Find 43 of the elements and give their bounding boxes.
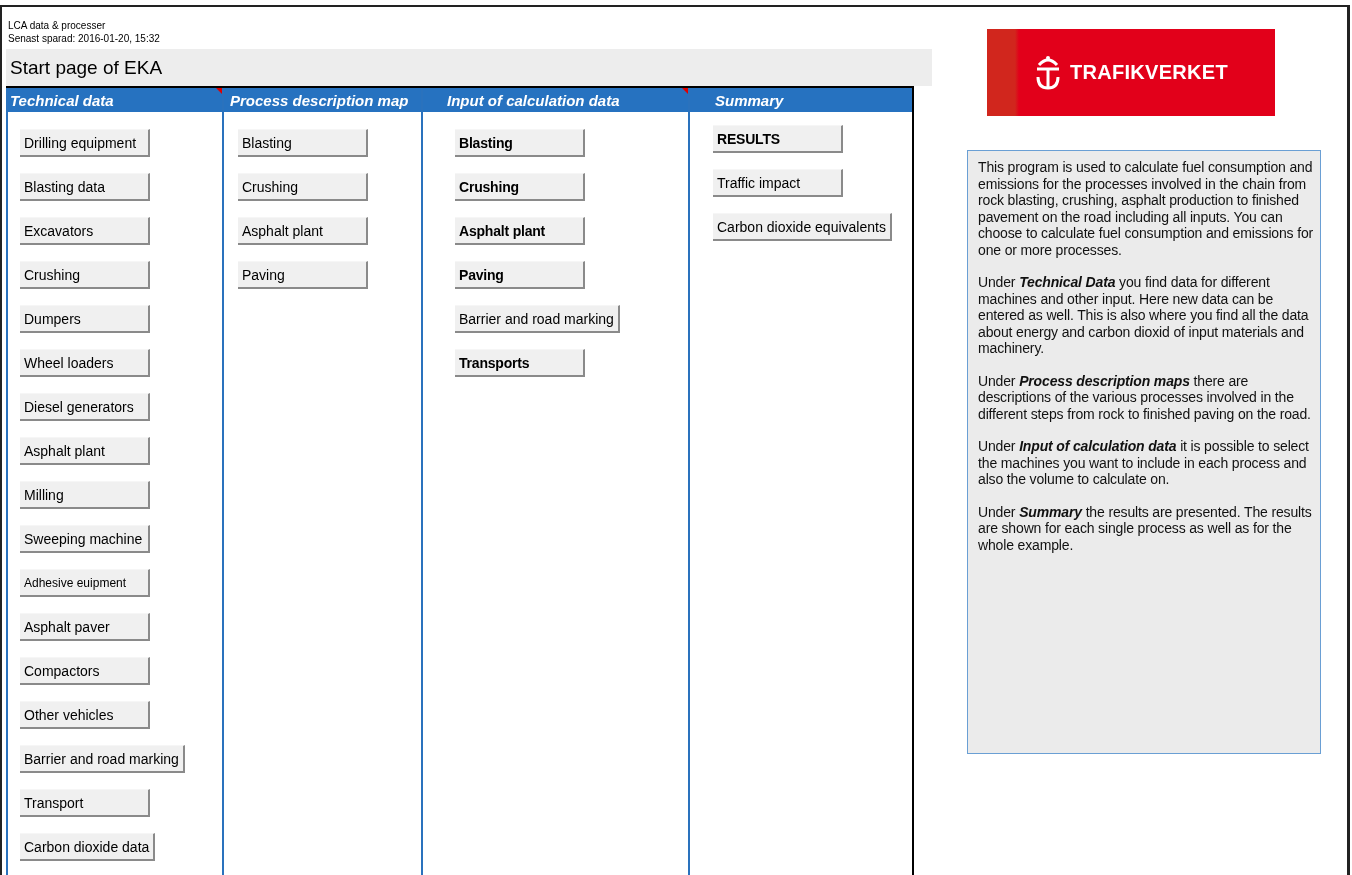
nav-button[interactable]: Adhesive euipment: [20, 569, 150, 597]
nav-button[interactable]: Transports: [455, 349, 585, 377]
nav-button[interactable]: Diesel generators: [20, 393, 150, 421]
column-heading: Input of calculation data: [446, 91, 620, 109]
nav-button[interactable]: Crushing: [238, 173, 368, 201]
nav-button[interactable]: Compactors: [20, 657, 150, 685]
saved-timestamp: Senast sparad: 2016-01-20, 15:32: [8, 32, 161, 45]
nav-button[interactable]: Barrier and road marking: [20, 745, 185, 773]
nav-button[interactable]: Carbon dioxide data: [20, 833, 156, 861]
column-heading: Summary: [714, 91, 784, 109]
info-paragraph: Under Process description maps there are descriptions of the various processes involved in the different steps from rock to finished paving on the road.: [978, 372, 1312, 422]
nav-button[interactable]: Blasting: [455, 129, 585, 157]
info-paragraph: Under Input of calculation data it is possible to select the machines you want to include in each process and also the volume to calculate on.: [978, 438, 1310, 488]
column-heading: Process description map: [229, 91, 409, 109]
page-title: Start page of EKA: [9, 56, 163, 79]
nav-button[interactable]: Dumpers: [20, 305, 150, 333]
nav-button[interactable]: Wheel loaders: [20, 349, 150, 377]
nav-button[interactable]: Traffic impact: [713, 169, 843, 197]
column-heading: Technical data: [9, 91, 114, 109]
nav-button[interactable]: Sweeping machine: [20, 525, 150, 553]
file-name: LCA data & processer: [8, 19, 107, 32]
nav-button[interactable]: Paving: [455, 261, 585, 289]
nav-button[interactable]: Blasting: [238, 129, 368, 157]
nav-button[interactable]: Excavators: [20, 217, 150, 245]
nav-button[interactable]: Asphalt plant: [455, 217, 585, 245]
nav-button[interactable]: Milling: [20, 481, 150, 509]
nav-button[interactable]: Carbon dioxide equivalents: [713, 213, 892, 241]
info-paragraph: Under Summary the results are presented. The results are shown for each single process as well as for the whole example.: [978, 503, 1313, 553]
nav-button[interactable]: RESULTS: [713, 125, 843, 153]
nav-button[interactable]: Crushing: [455, 173, 585, 201]
logo-text: TRAFIKVERKET: [1069, 61, 1228, 84]
nav-button[interactable]: Asphalt paver: [20, 613, 150, 641]
nav-button[interactable]: Crushing: [20, 261, 150, 289]
nav-button[interactable]: Barrier and road marking: [455, 305, 620, 333]
nav-button[interactable]: Blasting data: [20, 173, 150, 201]
nav-button[interactable]: Transport: [20, 789, 150, 817]
nav-button[interactable]: Drilling equipment: [20, 129, 150, 157]
nav-button[interactable]: Other vehicles: [20, 701, 150, 729]
nav-button[interactable]: Asphalt plant: [20, 437, 150, 465]
nav-button[interactable]: Paving: [238, 261, 368, 289]
info-paragraph: This program is used to calculate fuel consumption and emissions for the processes involved in the chain from rock blasting, crushing, asphalt production to finished pavement on the road including all inputs. You can choose to calculate fuel consumption and emissions for one or more processes.: [978, 159, 1315, 258]
info-paragraph: Under Technical Data you find data for different machines and other input. Here new data can be entered as well. This is also where you find all the data about energy and carbon dioxid of input materials and machinery.: [978, 274, 1310, 357]
nav-button[interactable]: Asphalt plant: [238, 217, 368, 245]
